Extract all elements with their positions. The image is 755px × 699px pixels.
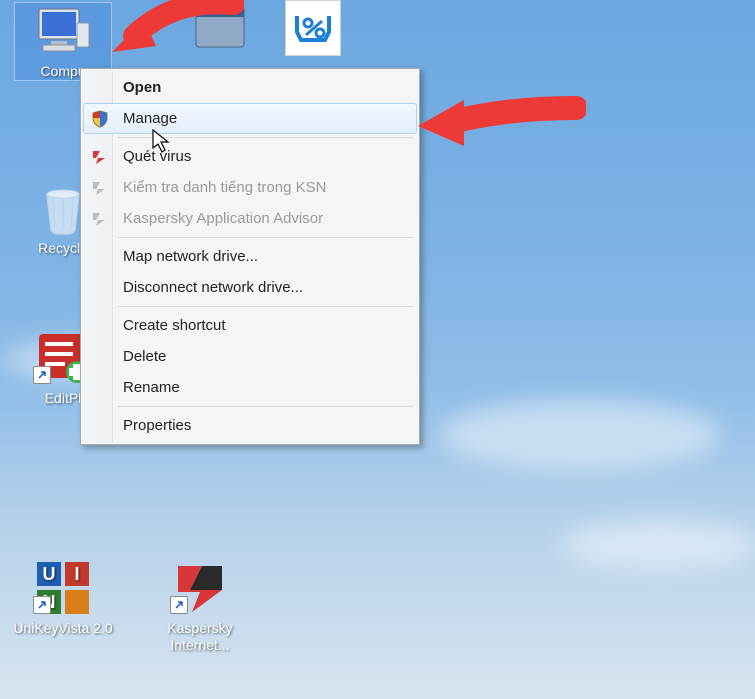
menu-item-label: Kiểm tra danh tiếng trong KSN [123, 179, 326, 196]
shortcut-arrow-icon [33, 596, 51, 614]
menu-item-label: Create shortcut [123, 317, 226, 334]
menu-item-delete[interactable]: Delete [83, 341, 417, 372]
percent-icon [285, 0, 341, 56]
shortcut-arrow-icon [33, 366, 51, 384]
menu-item-manage[interactable]: Manage [83, 103, 417, 134]
menu-item-ksn: Kiểm tra danh tiếng trong KSN [83, 172, 417, 203]
shield-icon [90, 109, 110, 129]
menu-item-rename[interactable]: Rename [83, 372, 417, 403]
menu-item-label: Open [123, 79, 161, 96]
svg-text:U: U [43, 564, 56, 584]
desktop-icon-percent[interactable] [278, 0, 348, 60]
menu-item-label: Rename [123, 379, 180, 396]
menu-item-scan[interactable]: Quét virus [83, 141, 417, 172]
menu-item-label: Delete [123, 348, 166, 365]
annotation-arrow-right [416, 82, 586, 162]
desktop-icon-unikey[interactable]: U I N UniKeyVista 2.0 [8, 560, 118, 637]
menu-item-label: Map network drive... [123, 248, 258, 265]
menu-item-advisor: Kaspersky Application Advisor [83, 203, 417, 234]
menu-item-open[interactable]: Open [83, 72, 417, 103]
shortcut-arrow-icon [170, 596, 188, 614]
desktop-icon-label: UniKeyVista 2.0 [8, 620, 118, 637]
kaspersky-scan-icon [89, 147, 109, 167]
desktop-icon-kaspersky[interactable]: Kaspersky Internet... [140, 560, 260, 654]
menu-item-label: Disconnect network drive... [123, 279, 303, 296]
menu-item-map-drive[interactable]: Map network drive... [83, 241, 417, 272]
menu-item-create-shortcut[interactable]: Create shortcut [83, 310, 417, 341]
menu-item-label: Kaspersky Application Advisor [123, 210, 323, 227]
kaspersky-grey-icon [89, 209, 109, 229]
menu-item-label: Properties [123, 417, 191, 434]
desktop-icon-label: Kaspersky Internet... [140, 620, 260, 654]
context-menu: Open Manage Quét virus Kiểm tra danh tiế… [80, 68, 420, 445]
menu-item-disconnect-drive[interactable]: Disconnect network drive... [83, 272, 417, 303]
kaspersky-icon [168, 560, 232, 616]
kaspersky-grey-icon [89, 178, 109, 198]
computer-icon [31, 3, 95, 59]
menu-item-label: Manage [123, 110, 177, 127]
unikey-icon: U I N [31, 560, 95, 616]
menu-item-properties[interactable]: Properties [83, 410, 417, 441]
svg-text:I: I [74, 564, 79, 584]
annotation-arrow-top [104, 0, 244, 62]
cursor-icon [150, 128, 172, 158]
